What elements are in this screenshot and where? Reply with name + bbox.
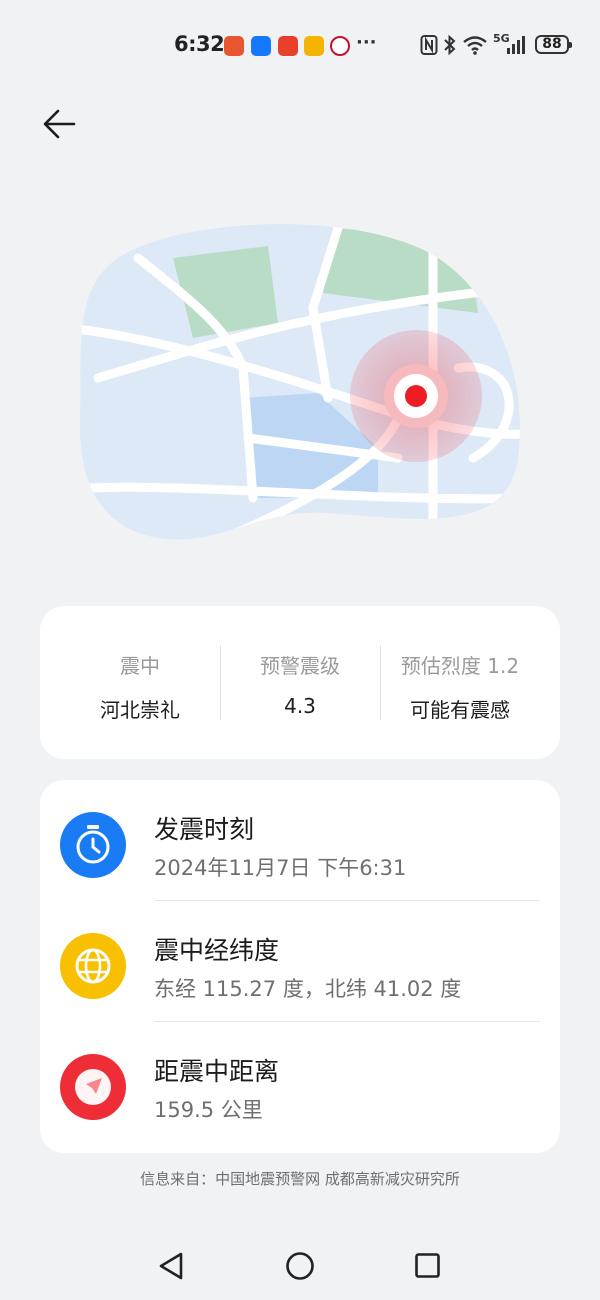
- bluetooth-icon: [444, 34, 456, 56]
- back-button[interactable]: [36, 102, 84, 146]
- chat-app-icon: [251, 36, 271, 56]
- epicenter-label: 震中: [120, 654, 160, 678]
- wifi-icon: [463, 36, 487, 55]
- clock-icon: [60, 812, 126, 878]
- nav-recents-button[interactable]: [406, 1244, 450, 1288]
- nav-back-icon: [159, 1252, 183, 1280]
- epicenter-map: [78, 218, 526, 546]
- globe-icon: [60, 933, 126, 999]
- status-time: 6:32: [174, 32, 225, 56]
- magnitude-value: 4.3: [284, 694, 316, 718]
- source-text: 信息来自：中国地震预警网 成都高新减灾研究所: [140, 1170, 460, 1188]
- nav-back-button[interactable]: [150, 1244, 194, 1288]
- magnitude-column: 预警震级 4.3: [220, 606, 380, 759]
- nav-recents-icon: [415, 1253, 440, 1278]
- list-item-time: 发震时刻 2024年11月7日 下午6:31: [40, 780, 560, 901]
- nav-home-icon: [286, 1252, 314, 1280]
- details-card: 发震时刻 2024年11月7日 下午6:31 震中经纬度 东经 115.27 度…: [40, 780, 560, 1153]
- intensity-column: 预估烈度 1.2 可能有震感: [380, 606, 540, 759]
- epicenter-value: 河北崇礼: [100, 698, 180, 722]
- intensity-label: 预估烈度 1.2: [400, 654, 520, 678]
- time-title: 发震时刻: [154, 815, 255, 844]
- battery-indicator: 88: [535, 35, 572, 54]
- distance-title: 距震中距离: [154, 1057, 280, 1086]
- summary-card: 震中 河北崇礼 预警震级 4.3 预估烈度 1.2 可能有震感: [40, 606, 560, 759]
- intensity-value: 可能有震感: [410, 698, 510, 722]
- list-item-distance: 距震中距离 159.5 公里: [40, 1022, 560, 1143]
- weibo-app-icon: [304, 36, 324, 56]
- taobao-app-icon: [278, 36, 298, 56]
- list-item-coordinates: 震中经纬度 东经 115.27 度，北纬 41.02 度: [40, 901, 560, 1022]
- epicenter-marker: [405, 385, 427, 407]
- nav-home-button[interactable]: [278, 1244, 322, 1288]
- coordinates-value: 东经 115.27 度，北纬 41.02 度: [154, 977, 462, 1001]
- coordinates-title: 震中经纬度: [154, 936, 280, 965]
- shield-app-icon: [224, 36, 244, 56]
- metro-app-icon: [330, 36, 350, 56]
- nfc-icon: [420, 35, 438, 55]
- arrow-left-icon: [43, 109, 76, 139]
- magnitude-label: 预警震级: [260, 654, 340, 678]
- status-bar: 6:32 ··· 5G 88: [0, 26, 600, 66]
- signal-icon: [507, 36, 525, 54]
- location-arrow-icon: [60, 1054, 126, 1120]
- epicenter-column: 震中 河北崇礼: [60, 606, 220, 759]
- distance-value: 159.5 公里: [154, 1098, 263, 1122]
- time-value: 2024年11月7日 下午6:31: [154, 856, 407, 880]
- more-notifications-icon: ···: [356, 32, 377, 53]
